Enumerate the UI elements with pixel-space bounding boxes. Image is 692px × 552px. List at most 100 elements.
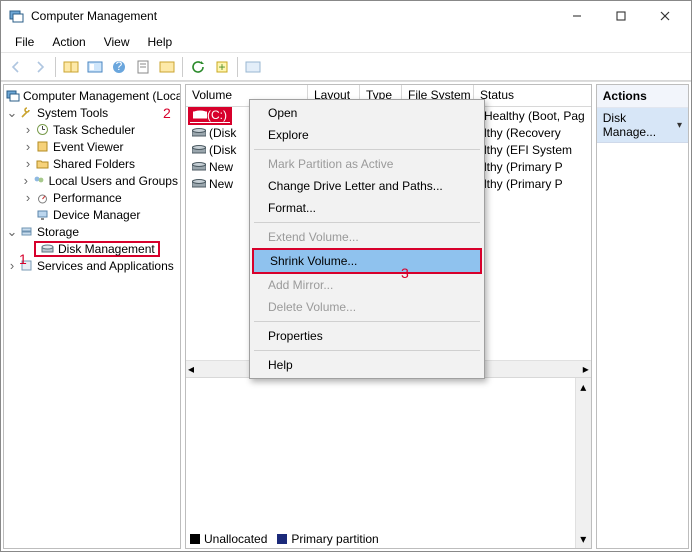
computer-management-window: Computer Management File Action View Hel… (0, 0, 692, 552)
scroll-left-icon[interactable]: ◂ (188, 362, 194, 376)
tree-device-manager[interactable]: ›Device Manager (6, 206, 180, 223)
help-icon[interactable]: ? (108, 56, 130, 78)
toolbar-separator (55, 57, 56, 77)
ctx-separator (254, 222, 480, 223)
expand-toggle[interactable]: ⌄ (6, 226, 18, 238)
volume-label: New (209, 160, 233, 174)
ctx-mark-active: Mark Partition as Active (252, 153, 482, 175)
volume-label: (Disk (209, 126, 236, 140)
annotation-2: 2 (163, 105, 171, 121)
app-icon (9, 8, 25, 24)
tree-label: Performance (53, 191, 122, 205)
tree-label: Computer Management (Local) (23, 89, 180, 103)
ctx-separator (254, 321, 480, 322)
tree-performance[interactable]: ›Performance (6, 189, 180, 206)
col-status[interactable]: Status (474, 85, 591, 106)
chevron-down-icon: ▾ (677, 120, 682, 131)
toolbar-icon-1[interactable] (60, 56, 82, 78)
tree-label: Shared Folders (53, 157, 135, 171)
toolbar-icon-7[interactable]: + (211, 56, 233, 78)
ctx-change-drive-letter[interactable]: Change Drive Letter and Paths... (252, 175, 482, 197)
navigation-tree-pane: Computer Management (Local) ⌄ System Too… (3, 84, 181, 549)
window-title: Computer Management (31, 9, 555, 23)
menubar: File Action View Help (1, 31, 691, 53)
tree-root[interactable]: Computer Management (Local) (6, 87, 180, 104)
performance-icon (34, 190, 50, 206)
expand-toggle[interactable]: ⌄ (6, 107, 18, 119)
toolbar-separator (182, 57, 183, 77)
tree-shared-folders[interactable]: ›Shared Folders (6, 155, 180, 172)
close-button[interactable] (643, 2, 687, 30)
toolbar-icon-2[interactable] (84, 56, 106, 78)
ctx-shrink-volume[interactable]: Shrink Volume... (254, 250, 480, 272)
ctx-properties[interactable]: Properties (252, 325, 482, 347)
tree-local-users[interactable]: ›Local Users and Groups (6, 172, 180, 189)
annotation-3: 3 (401, 265, 409, 281)
ctx-open[interactable]: Open (252, 102, 482, 124)
actions-item-disk-management[interactable]: Disk Manage... ▾ (597, 108, 688, 143)
ctx-add-mirror: Add Mirror... (252, 274, 482, 296)
disk-graphical-view[interactable]: ▴ ▾ Unallocated Primary partition (186, 377, 591, 548)
tree-task-scheduler[interactable]: ›Task Scheduler (6, 121, 180, 138)
volume-label: New (209, 177, 233, 191)
menu-view[interactable]: View (96, 33, 138, 51)
device-icon (34, 207, 50, 223)
tree-disk-management[interactable]: › Disk Management (6, 240, 180, 257)
ctx-explore[interactable]: Explore (252, 124, 482, 146)
properties-icon[interactable] (132, 56, 154, 78)
svg-text:+: + (218, 60, 225, 74)
scroll-up-icon[interactable]: ▴ (580, 380, 586, 394)
titlebar: Computer Management (1, 1, 691, 31)
tree-label: Storage (37, 225, 79, 239)
ctx-format[interactable]: Format... (252, 197, 482, 219)
tools-icon (18, 105, 34, 121)
refresh-icon[interactable] (187, 56, 209, 78)
ctx-help[interactable]: Help (252, 354, 482, 376)
disk-icon (39, 241, 55, 257)
tree-label: Local Users and Groups (49, 174, 178, 188)
legend: Unallocated Primary partition (190, 532, 379, 546)
annotation-1: 1 (19, 251, 27, 267)
tree-services-apps[interactable]: › Services and Applications (6, 257, 180, 274)
clock-icon (34, 122, 50, 138)
event-icon (34, 139, 50, 155)
toolbar-icon-5[interactable] (156, 56, 178, 78)
menu-help[interactable]: Help (140, 33, 181, 51)
actions-item-label: Disk Manage... (603, 111, 677, 139)
toolbar-icon-8[interactable] (242, 56, 264, 78)
volume-label: (Disk (209, 143, 236, 157)
legend-unallocated: Unallocated (190, 532, 267, 546)
scroll-right-icon[interactable]: ▸ (583, 362, 589, 376)
ctx-separator (254, 149, 480, 150)
storage-icon (18, 224, 34, 240)
context-menu: Open Explore Mark Partition as Active Ch… (249, 99, 485, 379)
menu-file[interactable]: File (7, 33, 42, 51)
tree-label: Task Scheduler (53, 123, 135, 137)
users-icon (31, 173, 45, 189)
tree-label: Services and Applications (37, 259, 174, 273)
ctx-separator (254, 350, 480, 351)
forward-button (29, 56, 51, 78)
tree-label: Disk Management (58, 242, 155, 256)
menu-action[interactable]: Action (44, 33, 93, 51)
tree-event-viewer[interactable]: ›Event Viewer (6, 138, 180, 155)
tree-label: Device Manager (53, 208, 140, 222)
tree-storage[interactable]: ⌄ Storage (6, 223, 180, 240)
maximize-button[interactable] (599, 2, 643, 30)
actions-pane: Actions Disk Manage... ▾ (596, 84, 689, 549)
scroll-down-icon[interactable]: ▾ (580, 532, 586, 546)
tree-system-tools[interactable]: ⌄ System Tools (6, 104, 180, 121)
volume-label: (C:) (207, 108, 227, 122)
toolbar-separator (237, 57, 238, 77)
scrollbar-vertical[interactable]: ▴ ▾ (575, 378, 591, 548)
back-button (5, 56, 27, 78)
minimize-button[interactable] (555, 2, 599, 30)
ctx-extend-volume: Extend Volume... (252, 226, 482, 248)
svg-text:?: ? (116, 60, 123, 73)
computer-icon (6, 88, 20, 104)
tree-label: Event Viewer (53, 140, 123, 154)
legend-primary: Primary partition (277, 532, 378, 546)
tree-label: System Tools (37, 106, 108, 120)
navigation-tree[interactable]: Computer Management (Local) ⌄ System Too… (4, 85, 180, 276)
actions-header: Actions (597, 85, 688, 108)
